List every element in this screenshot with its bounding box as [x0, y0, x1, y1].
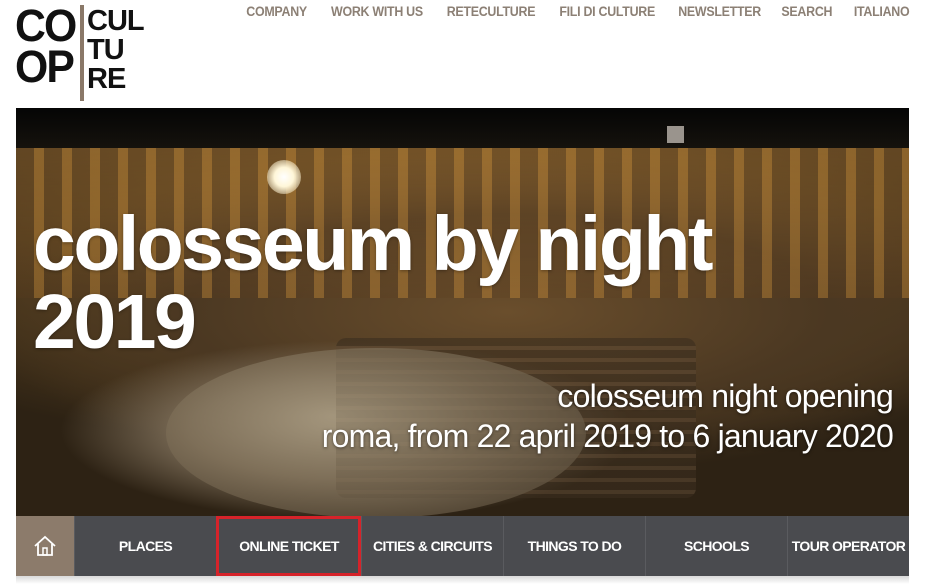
- topnav-work-with-us[interactable]: WORK WITH US: [331, 4, 423, 19]
- top-navigation: COMPANY WORK WITH US RETECULTURE FILI DI…: [241, 4, 910, 19]
- topnav-company[interactable]: COMPANY: [247, 4, 308, 19]
- logo-culture: CUL TU RE: [87, 5, 145, 95]
- topnav-newsletter[interactable]: NEWSLETTER: [679, 4, 762, 19]
- logo-coop: CO OP: [15, 0, 79, 92]
- nav-things-to-do[interactable]: THINGS TO DO: [503, 516, 645, 576]
- hero-title: colosseum by night 2019: [33, 201, 714, 365]
- hero-banner[interactable]: colosseum by night 2019 colosseum night …: [16, 108, 909, 516]
- topnav-fili-di-culture[interactable]: FILI DI CULTURE: [560, 4, 656, 19]
- hero-subtitle: colosseum night opening roma, from 22 ap…: [321, 376, 894, 456]
- logo-coop-line-2: OP: [15, 41, 75, 92]
- topnav-reteculture[interactable]: RETECULTURE: [447, 4, 536, 19]
- topnav-search[interactable]: SEARCH: [782, 4, 833, 19]
- hero-title-line-1: colosseum by night: [33, 201, 714, 287]
- logo-culture-line-1: CUL: [87, 5, 145, 37]
- nav-tour-operator[interactable]: TOUR OPERATOR: [787, 516, 909, 576]
- slider-indicator[interactable]: [667, 126, 684, 143]
- nav-online-ticket[interactable]: ONLINE TICKET: [216, 516, 361, 576]
- logo-culture-line-3: RE: [87, 63, 126, 95]
- hero-night-sky: [16, 108, 909, 148]
- logo-culture-line-2: TU: [87, 34, 125, 66]
- hero-title-line-2: 2019: [33, 279, 197, 365]
- home-icon: [34, 535, 56, 556]
- main-navigation: PLACES ONLINE TICKET CITIES & CIRCUITS T…: [16, 516, 909, 576]
- nav-places[interactable]: PLACES: [74, 516, 216, 576]
- hero-subtitle-line-2: roma, from 22 april 2019 to 6 january 20…: [321, 418, 894, 454]
- nav-cities-circuits[interactable]: CITIES & CIRCUITS: [361, 516, 503, 576]
- coopculture-logo[interactable]: CO OP CUL TU RE: [15, 0, 145, 103]
- logo-divider: [80, 5, 84, 101]
- logo-coop-line-1: CO: [15, 0, 77, 51]
- home-button[interactable]: [16, 516, 74, 576]
- topnav-language[interactable]: ITALIANO: [853, 4, 909, 19]
- nav-schools[interactable]: SCHOOLS: [645, 516, 787, 576]
- nav-shadow: [16, 576, 909, 584]
- hero-floodlight: [267, 160, 301, 194]
- hero-subtitle-line-1: colosseum night opening: [557, 378, 893, 414]
